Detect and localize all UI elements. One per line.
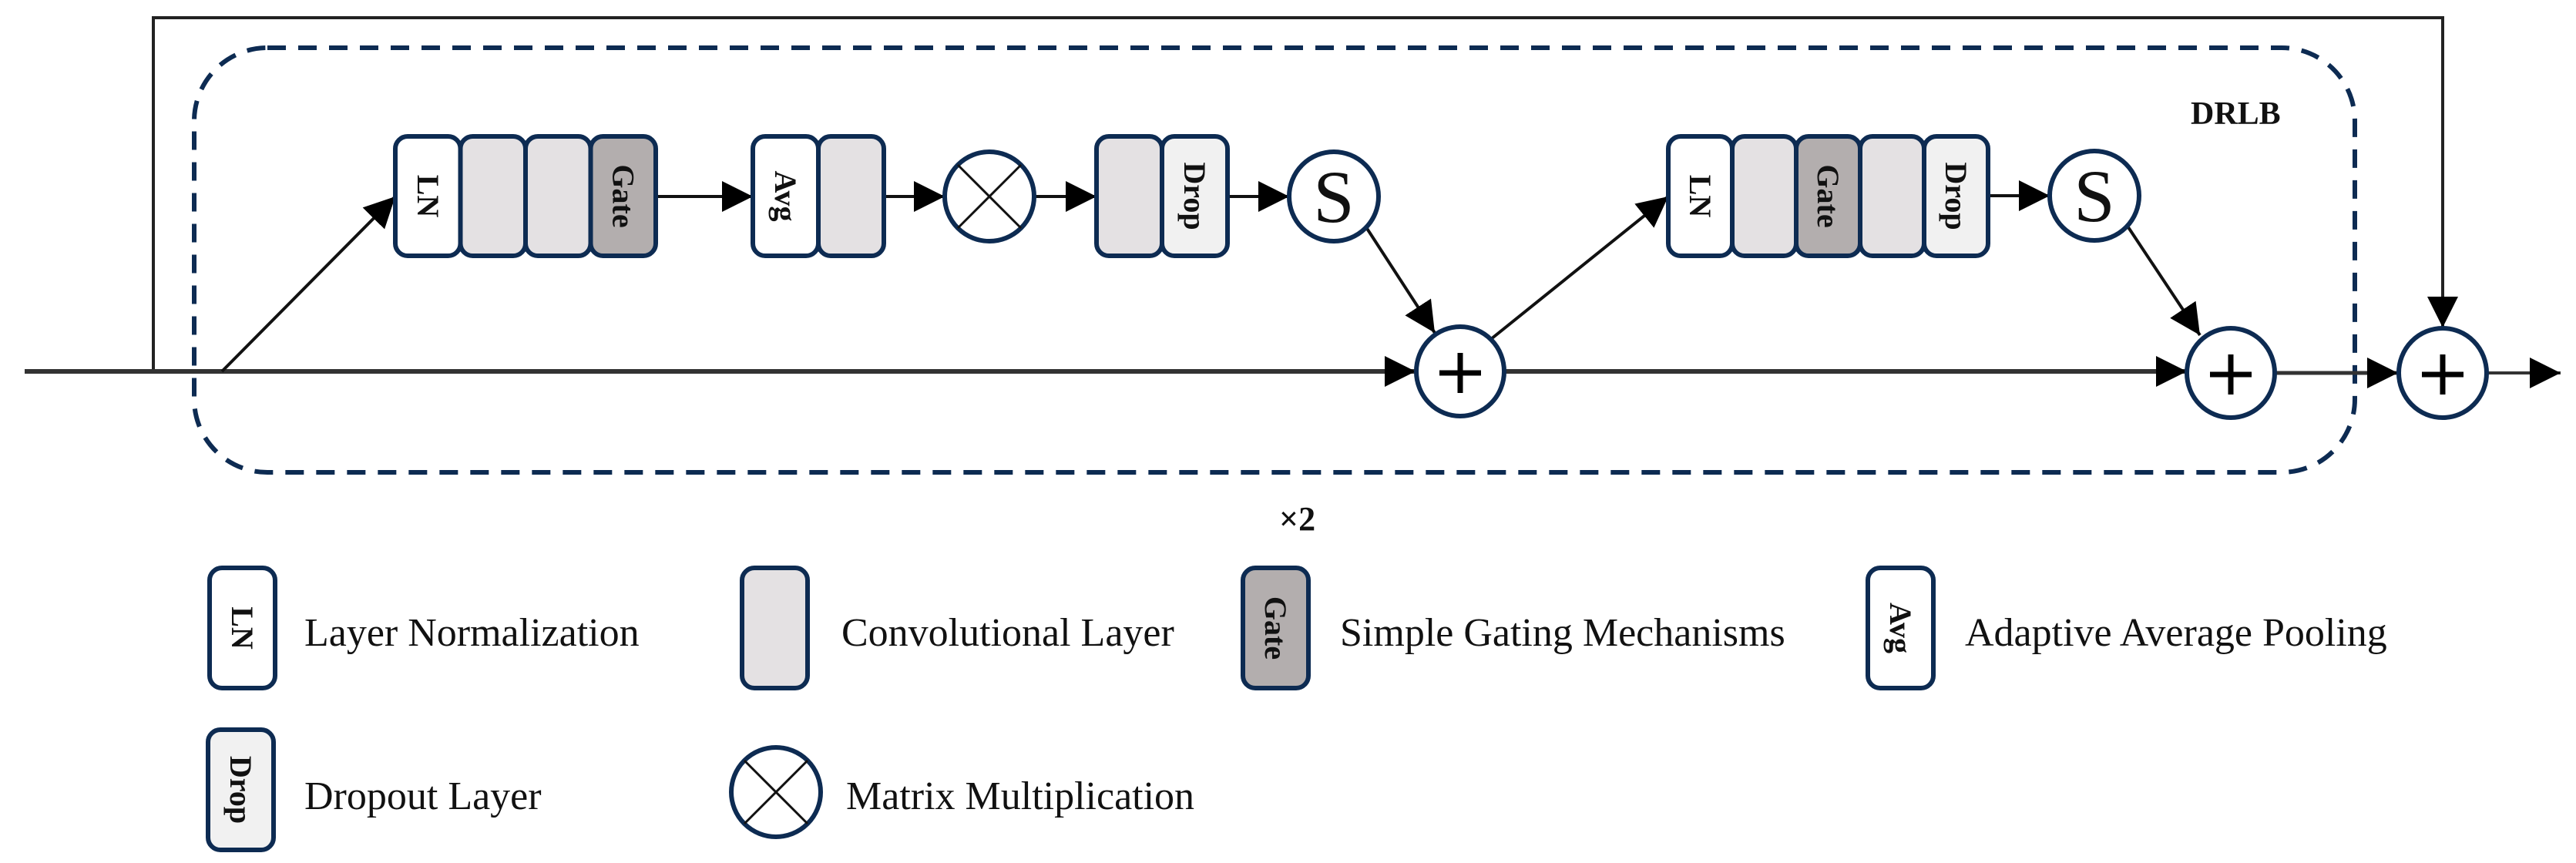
avg-pool-cell-label: Avg: [768, 171, 803, 222]
layer-norm-cell: LN: [393, 134, 463, 258]
matmul-op: [942, 149, 1036, 243]
legend-conv-swatch: [740, 566, 810, 690]
conv-cell-box: [1858, 134, 1926, 258]
legend-gate-glyph: Gate: [1258, 596, 1293, 660]
adder-2: [2185, 326, 2277, 420]
branch1-input-arrow: [220, 195, 397, 373]
conv-cell: [523, 134, 593, 258]
legend: LN Layer Normalization Convolutional Layer…: [206, 566, 2387, 852]
gate-cell: Gate: [588, 134, 658, 258]
branch1-avg-conv-group: Avg: [751, 134, 886, 258]
legend-avg-label: Adaptive Average Pooling: [1965, 611, 2387, 655]
adder-1: [1414, 324, 1506, 418]
legend-ln-label: Layer Normalization: [304, 611, 640, 655]
dropout-cell-label: Drop: [1177, 162, 1212, 230]
legend-item-gate: Gate Simple Gating Mechanisms: [1241, 566, 1785, 690]
adder-3: [2396, 326, 2489, 420]
branch2-input-arrow: [1490, 195, 1670, 341]
scale-symbol-2: S: [2074, 155, 2114, 237]
conv-cell-box: [523, 134, 593, 258]
dropout-cell: Drop: [1160, 134, 1230, 258]
gate-cell-label: Gate: [1811, 164, 1846, 227]
repeat-count-label: ×2: [1279, 500, 1315, 538]
conv-cell-box: [816, 134, 886, 258]
conv-cell-box: [458, 134, 528, 258]
drlb-block-container: [192, 45, 2357, 475]
conv-cell-box: [1094, 134, 1164, 258]
legend-ln-glyph: LN: [225, 606, 260, 650]
legend-conv-label: Convolutional Layer: [841, 611, 1174, 655]
legend-drop-glyph: Drop: [223, 756, 258, 824]
gate-cell: Gate: [1794, 134, 1862, 258]
arrow-scale2-to-adder2: [2127, 226, 2202, 337]
dropout-cell: Drop: [1922, 134, 1990, 258]
legend-gate-label: Simple Gating Mechanisms: [1340, 611, 1785, 655]
scale-symbol-1: S: [1313, 156, 1354, 238]
gate-cell-label: Gate: [606, 164, 640, 227]
legend-item-avg: Avg Adaptive Average Pooling: [1866, 566, 2387, 690]
legend-item-ln: LN Layer Normalization: [207, 566, 640, 690]
conv-cell: [1858, 134, 1926, 258]
conv-cell: [816, 134, 886, 258]
conv-cell: [458, 134, 528, 258]
legend-avg-glyph: Avg: [1883, 603, 1918, 653]
scale-op-2: S: [2047, 149, 2141, 243]
legend-drop-label: Dropout Layer: [304, 774, 542, 818]
scale-op-1: S: [1287, 149, 1381, 243]
layer-norm-cell-label: LN: [1683, 175, 1718, 218]
conv-cell-box: [1730, 134, 1798, 258]
drlb-architecture-diagram: DRLB ×2 LN Gate Avg Drop LN Gate Drop S S: [25, 16, 2561, 852]
legend-matmul-label: Matrix Multiplication: [846, 774, 1194, 818]
legend-item-conv: Convolutional Layer: [740, 566, 1174, 690]
branch1-ln-conv-gate-group: LN Gate: [393, 134, 658, 258]
conv-cell: [1730, 134, 1798, 258]
layer-norm-cell: LN: [1666, 134, 1735, 258]
branch2-ln-conv-gate-conv-drop-group: LN Gate Drop: [1666, 134, 1990, 258]
conv-cell: [1094, 134, 1164, 258]
avg-pool-cell: Avg: [751, 134, 821, 258]
legend-item-drop: Drop Dropout Layer: [206, 727, 542, 852]
drlb-label: DRLB: [2191, 96, 2281, 132]
arrow-scale-to-adder1: [1365, 226, 1436, 334]
legend-item-matmul: Matrix Multiplication: [729, 745, 1194, 839]
dropout-cell-label: Drop: [1939, 162, 1973, 230]
layer-norm-cell-label: LN: [411, 175, 445, 218]
branch1-conv-drop-group: Drop: [1094, 134, 1230, 258]
